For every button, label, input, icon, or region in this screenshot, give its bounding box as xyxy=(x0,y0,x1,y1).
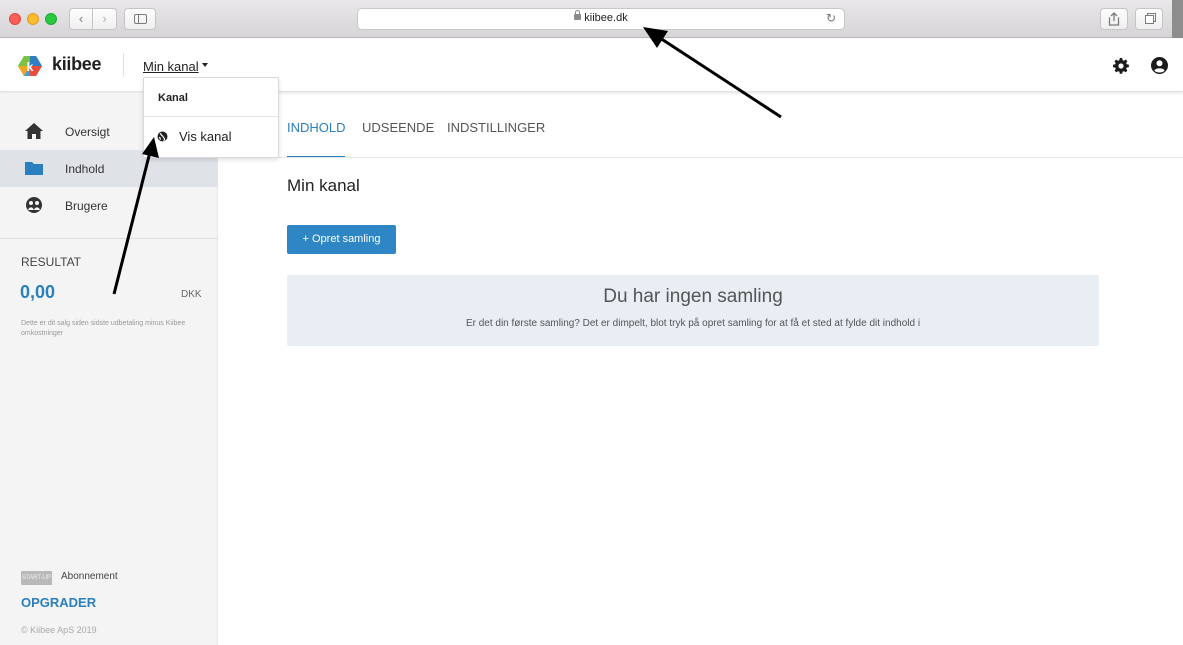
tab-label: INDHOLD xyxy=(287,120,346,135)
window-edge xyxy=(1172,0,1183,38)
copyright-text: © Kiibee ApS 2019 xyxy=(21,625,97,635)
result-description: Dette er dit salg siden sidste udbetalin… xyxy=(21,320,186,337)
sidebar-item-brugere[interactable]: Brugere xyxy=(0,187,218,224)
header-separator xyxy=(123,53,124,77)
logo-text[interactable]: kiibee xyxy=(52,54,102,75)
dropdown-header: Kanal xyxy=(158,92,188,104)
sidebar-divider xyxy=(0,238,218,239)
empty-state-panel: Du har ingen samling Er det din første s… xyxy=(287,275,1099,346)
sidebar-item-label: Indhold xyxy=(65,162,105,176)
sidebar-icon xyxy=(134,14,147,24)
tab-indstillinger[interactable]: INDSTILLINGER xyxy=(447,120,545,158)
view-channel-label: Vis kanal xyxy=(179,129,232,144)
result-amount: 0,00 xyxy=(20,282,56,302)
forward-button[interactable]: › xyxy=(93,8,117,30)
folder-icon xyxy=(25,162,43,175)
back-button[interactable]: ‹ xyxy=(69,8,93,30)
chevron-left-icon: ‹ xyxy=(78,11,84,26)
sidebar-item-label: Brugere xyxy=(65,199,108,213)
sidebar-toggle-button[interactable] xyxy=(124,8,156,30)
minimize-window-button[interactable] xyxy=(27,13,39,25)
plan-label: Abonnement xyxy=(61,571,118,582)
result-currency: DKK xyxy=(181,289,202,300)
caret-down-icon[interactable] xyxy=(202,63,208,67)
svg-text:k: k xyxy=(27,60,34,74)
chevron-right-icon: › xyxy=(102,11,107,26)
close-window-button[interactable] xyxy=(9,13,21,25)
channel-dropdown-menu: Kanal Vis kanal xyxy=(143,77,279,158)
tab-udseende[interactable]: UDSEENDE xyxy=(362,120,434,158)
tab-label: INDSTILLINGER xyxy=(447,120,546,135)
upgrade-link[interactable]: OPGRADER xyxy=(21,595,96,610)
share-button[interactable] xyxy=(1100,8,1128,30)
tabs-divider xyxy=(218,157,1183,158)
channel-menu-toggle[interactable]: Min kanal xyxy=(143,59,199,74)
url-text: kiibee.dk xyxy=(584,12,628,24)
zoom-window-button[interactable] xyxy=(45,13,57,25)
browser-toolbar: ‹ › kiibee.dk ↻ xyxy=(0,0,1183,38)
home-icon xyxy=(25,123,43,139)
gear-icon[interactable] xyxy=(1113,58,1129,74)
create-collection-button[interactable]: + Opret samling xyxy=(287,225,396,254)
plan-badge: START-UP xyxy=(21,571,52,585)
page-title: Min kanal xyxy=(287,176,360,195)
empty-state-description: Er det din første samling? Det er dimpel… xyxy=(465,318,921,329)
tab-indhold[interactable]: INDHOLD xyxy=(287,120,346,158)
kiibee-logo-icon[interactable]: k xyxy=(18,55,42,77)
reload-icon[interactable]: ↻ xyxy=(826,11,836,25)
result-title: RESULTAT xyxy=(21,255,82,269)
empty-state-title: Du har ingen samling xyxy=(603,286,783,307)
tabs-overview-button[interactable] xyxy=(1135,8,1163,30)
address-bar[interactable]: kiibee.dk ↻ xyxy=(357,8,845,30)
share-icon xyxy=(1108,12,1120,26)
globe-icon xyxy=(157,131,168,142)
user-circle-icon[interactable] xyxy=(1151,57,1168,74)
lock-icon xyxy=(574,10,582,20)
tab-label: UDSEENDE xyxy=(362,120,435,135)
users-icon xyxy=(26,197,42,213)
sidebar-item-label: Oversigt xyxy=(65,125,110,139)
left-sidebar: Oversigt Indhold Brugere RESULTAT 0,00 D… xyxy=(0,93,218,645)
view-channel-menu-item[interactable]: Vis kanal xyxy=(144,117,278,157)
